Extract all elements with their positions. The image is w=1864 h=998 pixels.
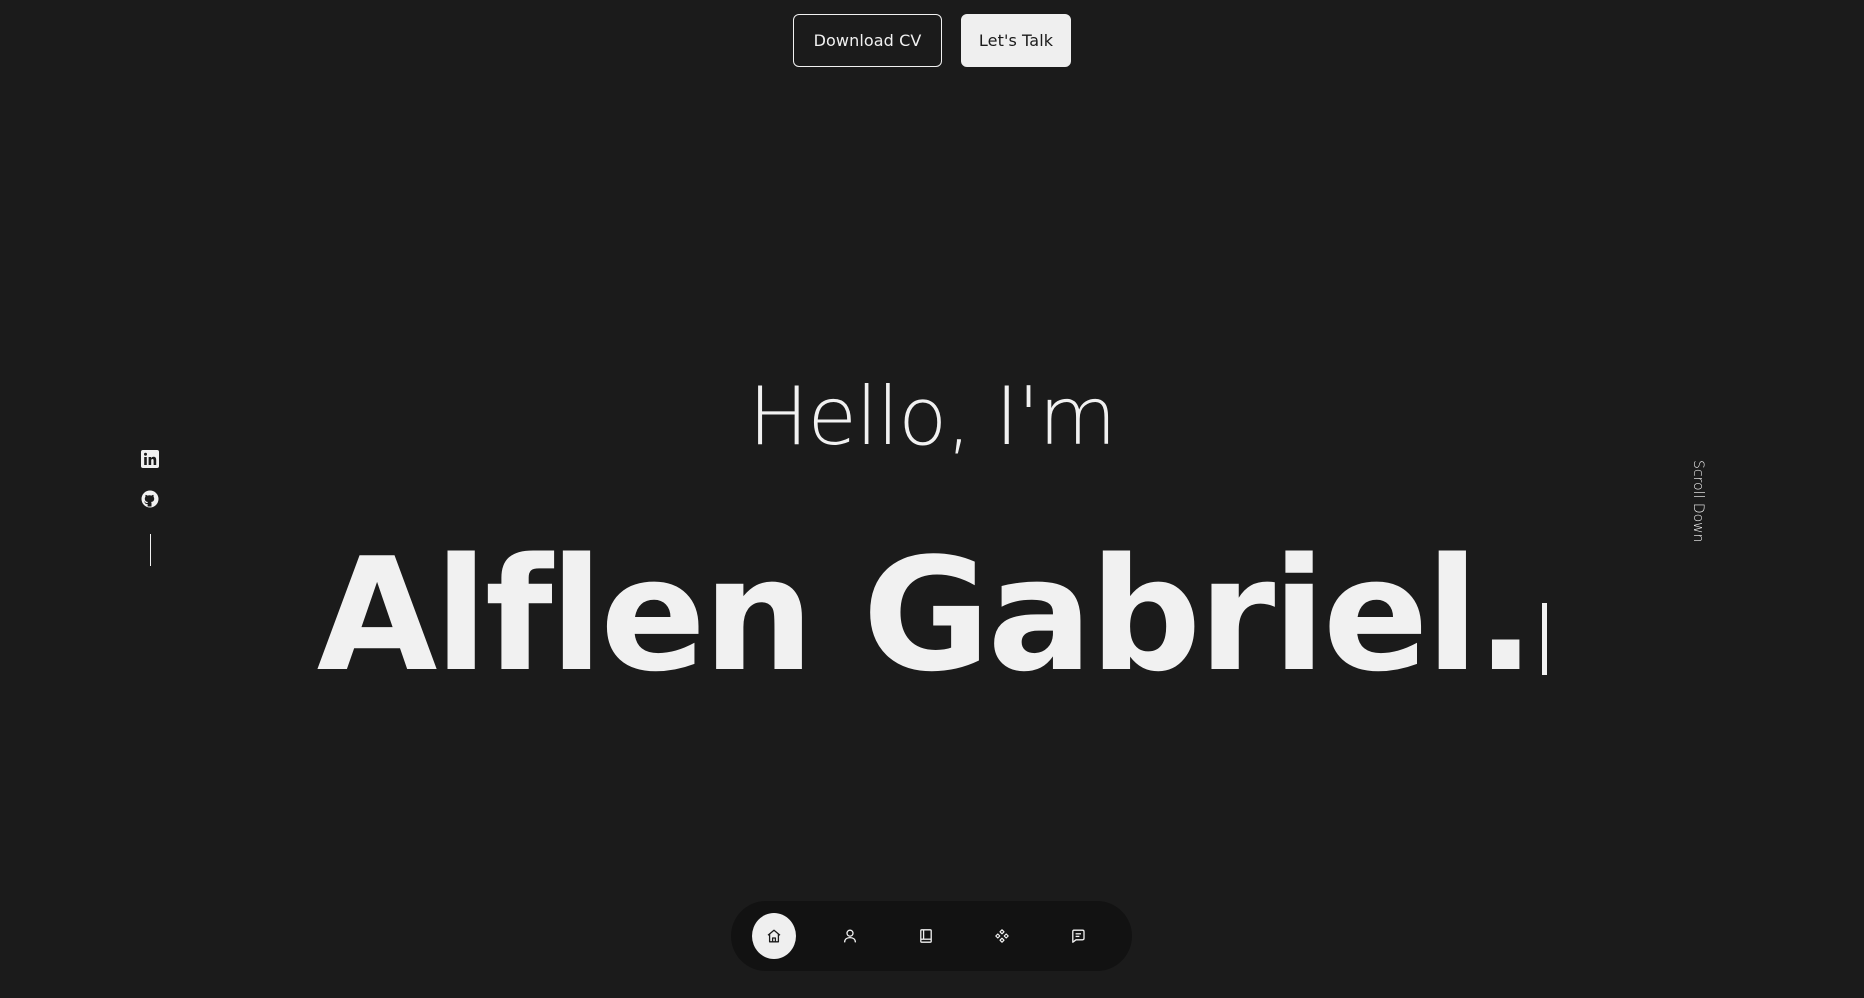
nav-item-home[interactable] (752, 913, 796, 959)
nav-item-resume[interactable] (904, 913, 948, 959)
user-icon (843, 929, 857, 943)
hero-name-line: Alflen Gabriel. (0, 520, 1864, 710)
hero-name: Alflen Gabriel. (316, 524, 1536, 706)
page: Download CV Let's Talk Hello, I'm Alflen… (0, 0, 1864, 998)
nav-item-about[interactable] (828, 913, 872, 959)
hero-greeting: Hello, I'm (748, 370, 1116, 463)
cta-group: Download CV Let's Talk (793, 14, 1071, 67)
bottom-nav (731, 901, 1132, 971)
message-icon (1072, 929, 1085, 943)
nav-item-services[interactable] (980, 913, 1024, 959)
nav-item-contact[interactable] (1056, 913, 1100, 959)
scroll-down-link[interactable]: Scroll Down (1690, 460, 1706, 543)
home-icon (767, 929, 781, 943)
services-icon (995, 929, 1009, 943)
book-icon (920, 929, 932, 943)
lets-talk-button[interactable]: Let's Talk (961, 14, 1071, 67)
github-icon[interactable] (141, 490, 159, 508)
download-cv-button[interactable]: Download CV (793, 14, 942, 67)
typing-cursor (1542, 603, 1548, 675)
